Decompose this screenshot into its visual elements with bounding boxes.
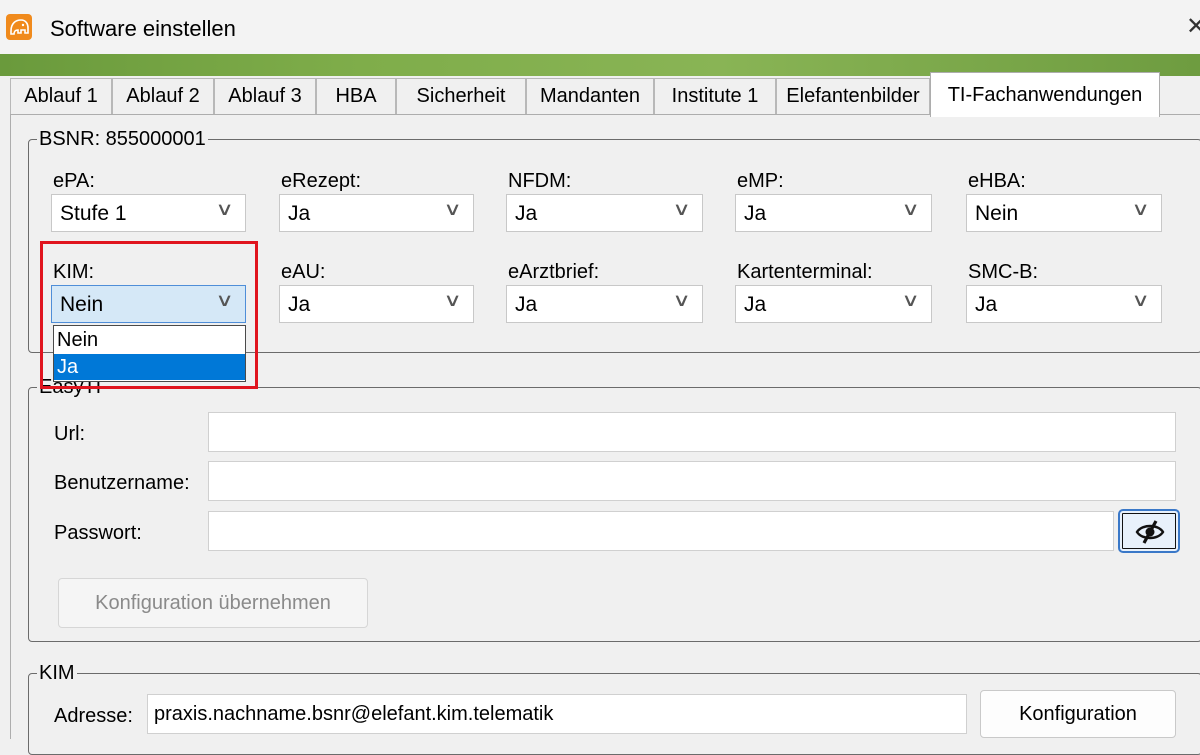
url-label: Url: <box>54 423 86 445</box>
kim-group-legend: KIM <box>37 661 77 685</box>
smcb-label: SMC-B: <box>968 261 1038 283</box>
chevron-down-icon: ∨ <box>1131 290 1150 310</box>
smcb-select[interactable]: Ja ∨ <box>966 285 1162 323</box>
erezept-select[interactable]: Ja ∨ <box>279 194 474 232</box>
tab-ablauf-3[interactable]: Ablauf 3 <box>214 78 316 114</box>
url-input[interactable] <box>208 412 1176 452</box>
smcb-select-value: Ja <box>975 293 998 316</box>
erezept-select-value: Ja <box>288 202 311 225</box>
window-title: Software einstellen <box>50 16 236 41</box>
chevron-down-icon: ∨ <box>443 199 462 219</box>
chevron-down-icon: ∨ <box>901 199 920 219</box>
ehba-label: eHBA: <box>968 170 1026 192</box>
chevron-down-icon: ∨ <box>672 199 691 219</box>
password-label: Passwort: <box>54 522 142 544</box>
epa-label: ePA: <box>53 170 95 192</box>
tab-ablauf-2[interactable]: Ablauf 2 <box>112 78 214 114</box>
kim-configuration-button[interactable]: Konfiguration <box>980 690 1176 738</box>
emp-label: eMP: <box>737 170 784 192</box>
tab-elefantenbilder[interactable]: Elefantenbilder <box>776 78 930 114</box>
chevron-down-icon: ∨ <box>901 290 920 310</box>
kartenterminal-label: Kartenterminal: <box>737 261 873 283</box>
emp-select-value: Ja <box>744 202 767 225</box>
epa-select-value: Stufe 1 <box>60 202 127 225</box>
chevron-down-icon: ∨ <box>443 290 462 310</box>
tab-institute-1[interactable]: Institute 1 <box>654 78 776 114</box>
chevron-down-icon: ∨ <box>672 290 691 310</box>
chevron-down-icon: ∨ <box>215 199 234 219</box>
earztbrief-select[interactable]: Ja ∨ <box>506 285 703 323</box>
username-input[interactable] <box>208 461 1176 501</box>
eau-select[interactable]: Ja ∨ <box>279 285 474 323</box>
ehba-select-value: Nein <box>975 202 1019 225</box>
nfdm-select-value: Ja <box>515 202 538 225</box>
username-label: Benutzername: <box>54 472 190 494</box>
bsnr-group-legend: BSNR: 855000001 <box>37 127 208 151</box>
title-bar: Software einstellen ✕ <box>0 0 1200 54</box>
password-visibility-toggle[interactable] <box>1118 509 1180 553</box>
epa-select[interactable]: Stufe 1 ∨ <box>51 194 246 232</box>
tab-bar: Ablauf 1 Ablauf 2 Ablauf 3 HBA Sicherhei… <box>10 72 1200 117</box>
earztbrief-label: eArztbrief: <box>508 261 600 283</box>
ehba-select[interactable]: Nein ∨ <box>966 194 1162 232</box>
tab-sicherheit[interactable]: Sicherheit <box>396 78 526 114</box>
emp-select[interactable]: Ja ∨ <box>735 194 932 232</box>
nfdm-select[interactable]: Ja ∨ <box>506 194 703 232</box>
kartenterminal-select[interactable]: Ja ∨ <box>735 285 932 323</box>
nfdm-label: NFDM: <box>508 170 572 192</box>
eau-label: eAU: <box>281 261 326 283</box>
app-elephant-icon <box>6 14 32 40</box>
apply-configuration-button[interactable]: Konfiguration übernehmen <box>58 578 368 628</box>
earztbrief-select-value: Ja <box>515 293 538 316</box>
kim-address-input[interactable]: praxis.nachname.bsnr@elefant.kim.telemat… <box>147 694 967 734</box>
tab-hba[interactable]: HBA <box>316 78 396 114</box>
annotation-highlight-box <box>40 241 258 389</box>
tab-ablauf-1[interactable]: Ablauf 1 <box>10 78 112 114</box>
password-input[interactable] <box>208 511 1114 551</box>
kartenterminal-select-value: Ja <box>744 293 767 316</box>
close-icon[interactable]: ✕ <box>1186 12 1200 41</box>
erezept-label: eRezept: <box>281 170 362 192</box>
tab-mandanten[interactable]: Mandanten <box>526 78 654 114</box>
address-label: Adresse: <box>54 705 133 727</box>
chevron-down-icon: ∨ <box>1131 199 1150 219</box>
tab-ti-fachanwendungen[interactable]: TI-Fachanwendungen <box>930 72 1160 117</box>
eau-select-value: Ja <box>288 293 311 316</box>
eye-slash-icon <box>1135 520 1165 544</box>
